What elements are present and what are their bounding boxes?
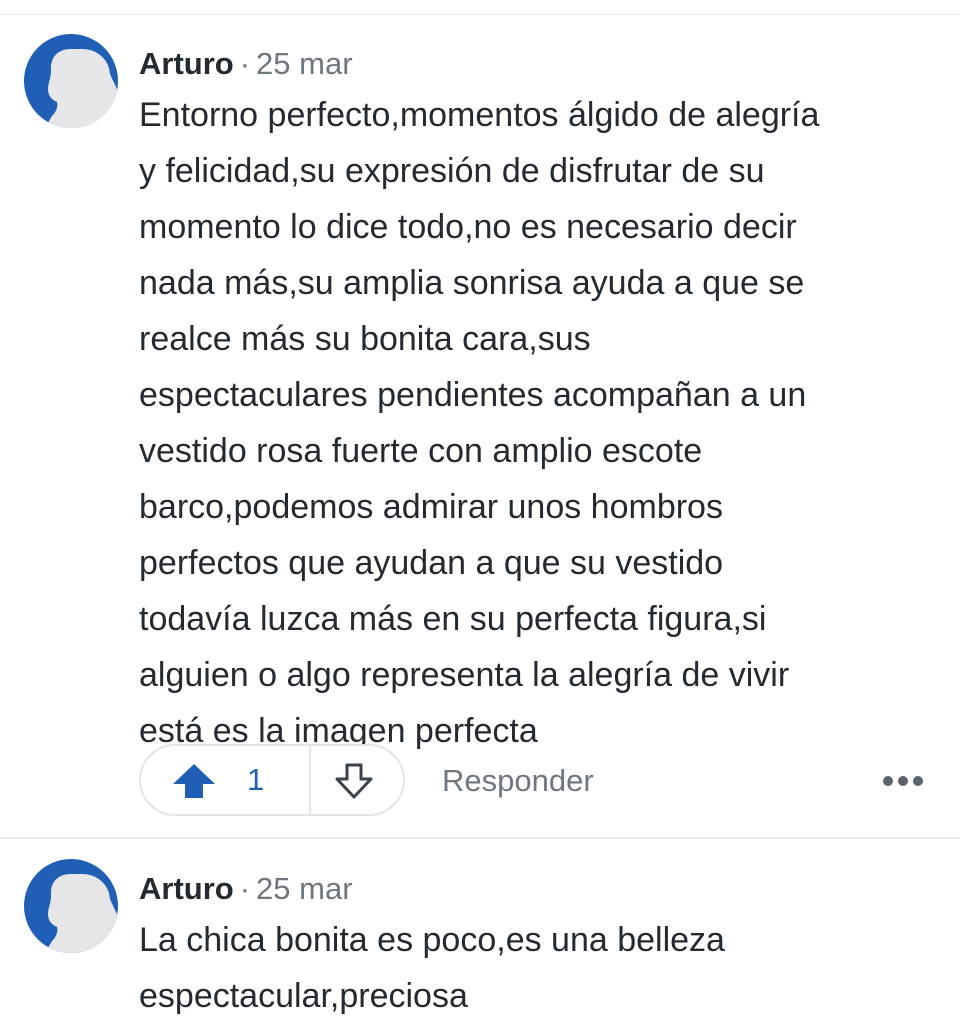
comment-date: 25 mar [256, 46, 353, 81]
vote-control: 1 [139, 744, 405, 816]
comment-meta: Arturo · 25 mar [139, 46, 353, 82]
top-divider [0, 14, 960, 15]
comment-meta: Arturo · 25 mar [139, 871, 353, 907]
reply-button[interactable]: Responder [442, 763, 594, 799]
meta-separator: · [239, 46, 251, 81]
arrow-down-outline-icon [335, 763, 373, 799]
vote-divider [309, 746, 311, 814]
comment-divider [0, 837, 960, 839]
upvote-button[interactable] [171, 761, 217, 801]
comment-text: Entorno perfecto,momentos álgido de aleg… [139, 96, 820, 750]
more-horizontal-icon [883, 776, 923, 786]
author-name[interactable]: Arturo [139, 46, 234, 81]
meta-separator: · [239, 871, 251, 906]
default-profile-silhouette-icon [45, 49, 118, 128]
upvote-count: 1 [247, 762, 265, 797]
comment-text: La chica bonita es poco,es una belleza e… [139, 921, 725, 1015]
default-profile-silhouette-icon [45, 874, 118, 953]
arrow-up-filled-icon [173, 764, 215, 798]
avatar[interactable] [24, 34, 118, 128]
avatar[interactable] [24, 859, 118, 953]
more-options-button[interactable] [880, 771, 926, 791]
comment-date: 25 mar [256, 871, 353, 906]
author-name[interactable]: Arturo [139, 871, 234, 906]
downvote-button[interactable] [333, 761, 375, 801]
